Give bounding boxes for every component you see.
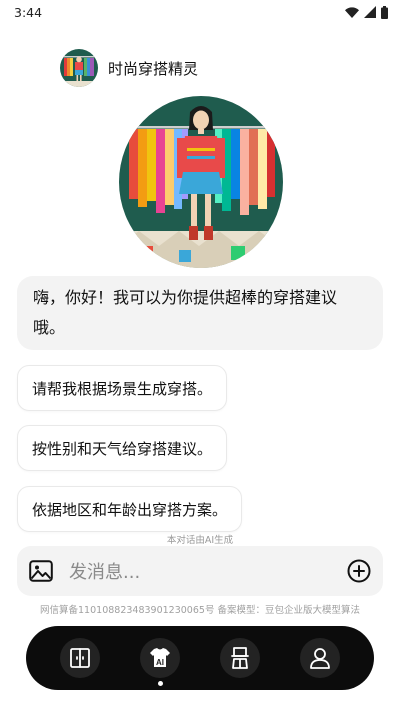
ai-outfit-icon: AI <box>150 648 170 667</box>
profile-icon <box>310 648 330 669</box>
suggestion-chip-region-age[interactable]: 依据地区和年龄出穿搭方案。 <box>17 486 243 532</box>
suggestion-chip-gender-weather[interactable]: 按性别和天气给穿搭建议。 <box>17 425 228 471</box>
outfit-icon <box>231 647 249 669</box>
active-indicator <box>157 681 163 686</box>
registration-note: 网信算备110108823483901230065号 备案模型：豆包企业版大模型… <box>40 605 360 616</box>
chat-header: 时尚穿搭精灵 <box>60 49 198 87</box>
avatar[interactable] <box>60 49 98 87</box>
ai-generated-note: 本对话由AI生成 <box>166 535 234 546</box>
bottom-nav: AI <box>26 626 374 690</box>
page-title: 时尚穿搭精灵 <box>108 59 199 78</box>
wifi-icon <box>345 6 359 18</box>
nav-item-wardrobe[interactable] <box>60 638 100 678</box>
stylist-illustration <box>119 96 283 268</box>
status-bar: 3:44 <box>0 0 400 24</box>
message-input[interactable]: 发消息... <box>69 558 347 584</box>
add-icon[interactable] <box>347 559 371 583</box>
message-input-bar: 发消息... <box>17 546 383 596</box>
nav-item-profile[interactable] <box>300 638 340 678</box>
svg-text:AI: AI <box>156 658 164 667</box>
status-icons <box>345 5 388 19</box>
nav-item-ai-outfit[interactable]: AI <box>140 638 180 686</box>
greeting-message: 嗨，你好！我可以为你提供超棒的穿搭建议哦。 <box>17 276 383 350</box>
suggestion-chip-scene[interactable]: 请帮我根据场景生成穿搭。 <box>17 365 228 411</box>
battery-icon <box>381 5 388 19</box>
wardrobe-icon <box>70 648 90 668</box>
nav-item-outfit[interactable] <box>220 638 260 678</box>
status-time: 3:44 <box>14 4 43 20</box>
signal-icon <box>364 6 376 18</box>
image-upload-icon[interactable] <box>29 560 53 582</box>
